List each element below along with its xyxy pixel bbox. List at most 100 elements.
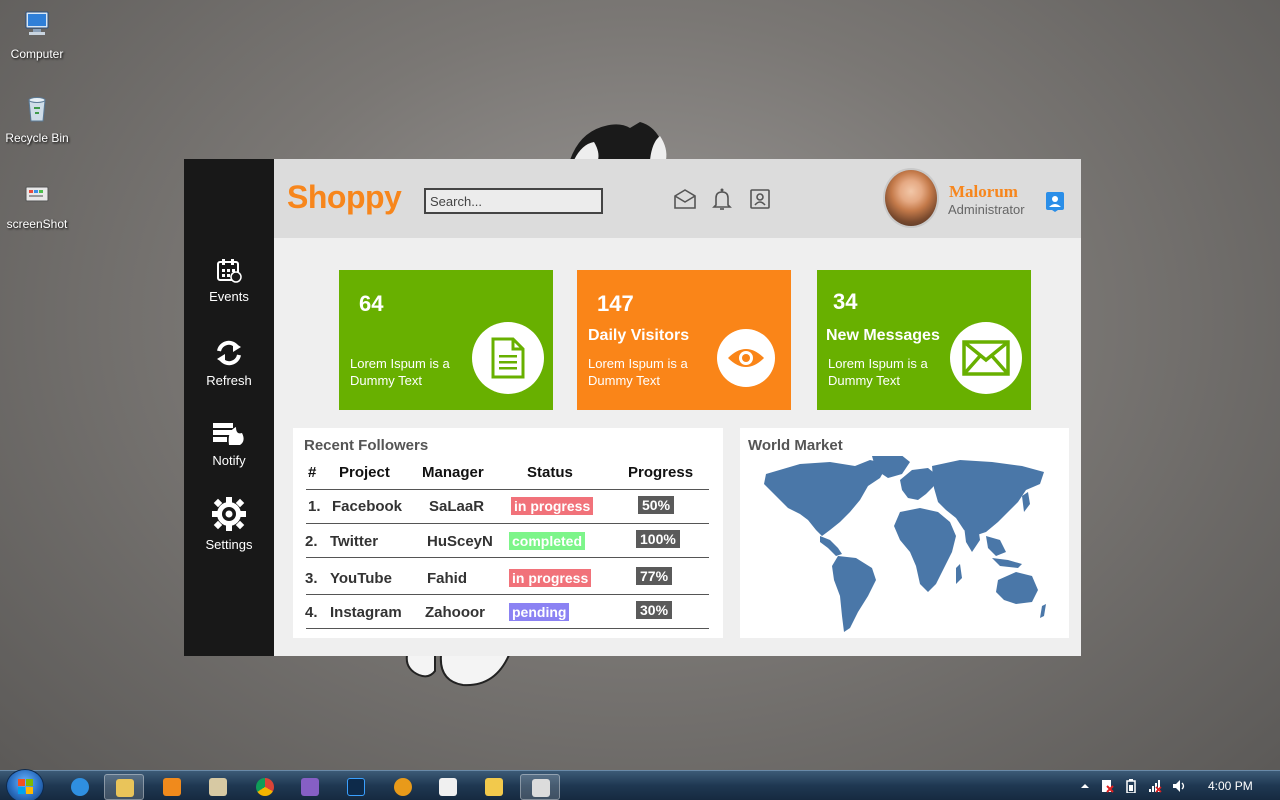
volume-icon[interactable] — [1172, 779, 1186, 793]
taskbar-app-compass[interactable] — [383, 774, 423, 800]
column-header-number: # — [308, 464, 317, 481]
clock[interactable]: 4:00 PM — [1208, 779, 1253, 793]
folder-icon — [116, 779, 134, 797]
stat-card-documents[interactable]: 64 Lorem Ispum is a Dummy Text — [339, 270, 553, 410]
action-center-icon[interactable] — [1100, 779, 1114, 793]
c-app-icon — [439, 778, 457, 796]
sidebar-item-settings[interactable]: Settings — [184, 497, 274, 552]
sidebar-item-notify[interactable]: Notify — [184, 421, 274, 468]
desktop-icon-recycle-bin[interactable]: Recycle Bin — [0, 92, 74, 145]
sidebar-item-label: Notify — [212, 453, 246, 468]
stat-number: 147 — [597, 291, 634, 316]
taskbar-photoshop[interactable] — [336, 774, 376, 800]
status-badge: pending — [509, 603, 570, 621]
desktop-icon-screenshot[interactable]: screenShot — [0, 178, 74, 231]
stat-icon-circle — [472, 322, 544, 394]
progress-badge: 77% — [636, 567, 673, 585]
recent-followers-panel: Recent Followers # Project Manager Statu… — [293, 428, 723, 638]
dashboard-window: Events Refresh Notify Settings Shoppy Se… — [184, 159, 1081, 656]
taskbar-ie[interactable] — [60, 774, 100, 800]
photoshop-icon — [347, 778, 365, 796]
stat-icon-circle — [950, 322, 1022, 394]
stat-card-daily-visitors[interactable]: 147 Daily Visitors Lorem Ispum is a Dumm… — [577, 270, 791, 410]
sidebar-item-label: Events — [209, 289, 249, 304]
sidebar-item-events[interactable]: Events — [184, 257, 274, 304]
row-manager: Fahid — [427, 570, 467, 587]
panel-title: World Market — [748, 437, 843, 454]
column-header-project: Project — [339, 464, 390, 481]
row-number: 2. — [305, 533, 318, 550]
stat-description: Lorem Ispum is a Dummy Text — [350, 356, 450, 388]
stat-number: 34 — [833, 289, 858, 314]
stat-description: Lorem Ispum is a Dummy Text — [828, 356, 928, 388]
taskbar-screenshot[interactable] — [520, 774, 560, 800]
taskbar-sticky[interactable] — [474, 774, 514, 800]
row-number: 1. — [308, 498, 321, 515]
table-divider — [306, 523, 709, 524]
sidebar-item-label: Settings — [205, 537, 253, 552]
start-button[interactable] — [6, 769, 44, 800]
taskbar-media-player[interactable] — [152, 774, 192, 800]
screenshot-app-icon — [25, 186, 49, 202]
progress-badge: 50% — [638, 496, 675, 514]
user-role: Administrator — [948, 202, 1025, 217]
taskbar-visual-studio[interactable] — [290, 774, 330, 800]
brand-logo[interactable]: Shoppy — [287, 179, 402, 216]
document-icon — [491, 337, 525, 379]
taskbar-app-c[interactable] — [428, 774, 468, 800]
desktop-icon-computer[interactable]: Computer — [0, 8, 74, 61]
taskbar-explorer[interactable] — [104, 774, 144, 800]
table-divider — [306, 594, 709, 595]
search-input[interactable] — [424, 188, 603, 214]
screenshot-app-icon — [532, 779, 550, 797]
row-project: Twitter — [330, 533, 379, 550]
wallpaper-mascot-ears — [570, 122, 667, 160]
desktop-icon-label: Recycle Bin — [5, 131, 69, 145]
row-manager: HuSceyN — [427, 533, 493, 550]
bell-icon[interactable] — [710, 187, 734, 211]
taskbar: 4:00 PM — [0, 769, 1280, 800]
taskbar-chrome[interactable] — [245, 774, 285, 800]
envelope-icon — [962, 340, 1010, 376]
row-manager: Zahooor — [425, 604, 485, 621]
status-badge: completed — [509, 532, 586, 550]
row-number: 4. — [305, 604, 318, 621]
recycle-bin-icon — [28, 97, 46, 122]
calendar-icon — [217, 259, 242, 283]
network-icon[interactable] — [1148, 779, 1162, 793]
computer-icon — [25, 11, 49, 35]
row-project: Facebook — [332, 498, 403, 515]
media-player-icon — [163, 778, 181, 796]
battery-icon[interactable] — [1124, 779, 1138, 793]
column-header-status: Status — [527, 464, 573, 481]
table-divider — [306, 489, 709, 490]
sticky-notes-icon — [485, 778, 503, 796]
world-map[interactable] — [760, 456, 1050, 636]
table-divider — [306, 628, 709, 629]
status-badge: in progress — [509, 569, 592, 587]
windows-logo-icon — [18, 779, 33, 794]
header-bar: Shoppy Malorum Administrator — [274, 159, 1081, 238]
contact-icon[interactable] — [1046, 192, 1064, 212]
row-number: 3. — [305, 570, 318, 587]
profile-card-icon[interactable] — [748, 187, 772, 211]
sidebar-item-refresh[interactable]: Refresh — [184, 339, 274, 388]
row-manager: SaLaaR — [429, 498, 485, 515]
stat-card-new-messages[interactable]: 34 New Messages Lorem Ispum is a Dummy T… — [817, 270, 1031, 410]
wallpaper-mascot-feet — [405, 655, 511, 687]
visual-studio-icon — [301, 778, 319, 796]
sidebar-item-label: Refresh — [206, 373, 252, 388]
panel-title: Recent Followers — [304, 437, 429, 454]
status-badge: in progress — [511, 497, 594, 515]
table-divider — [306, 557, 709, 558]
compass-icon — [394, 778, 412, 796]
progress-badge: 30% — [636, 601, 673, 619]
notify-icon — [213, 423, 244, 445]
stat-number: 64 — [359, 291, 384, 316]
mail-icon[interactable] — [673, 187, 697, 211]
user-name: Malorum — [949, 182, 1018, 201]
ie-icon — [71, 778, 89, 796]
show-hidden-icons-icon[interactable] — [1078, 779, 1092, 793]
avatar[interactable] — [883, 168, 939, 228]
taskbar-notes[interactable] — [198, 774, 238, 800]
